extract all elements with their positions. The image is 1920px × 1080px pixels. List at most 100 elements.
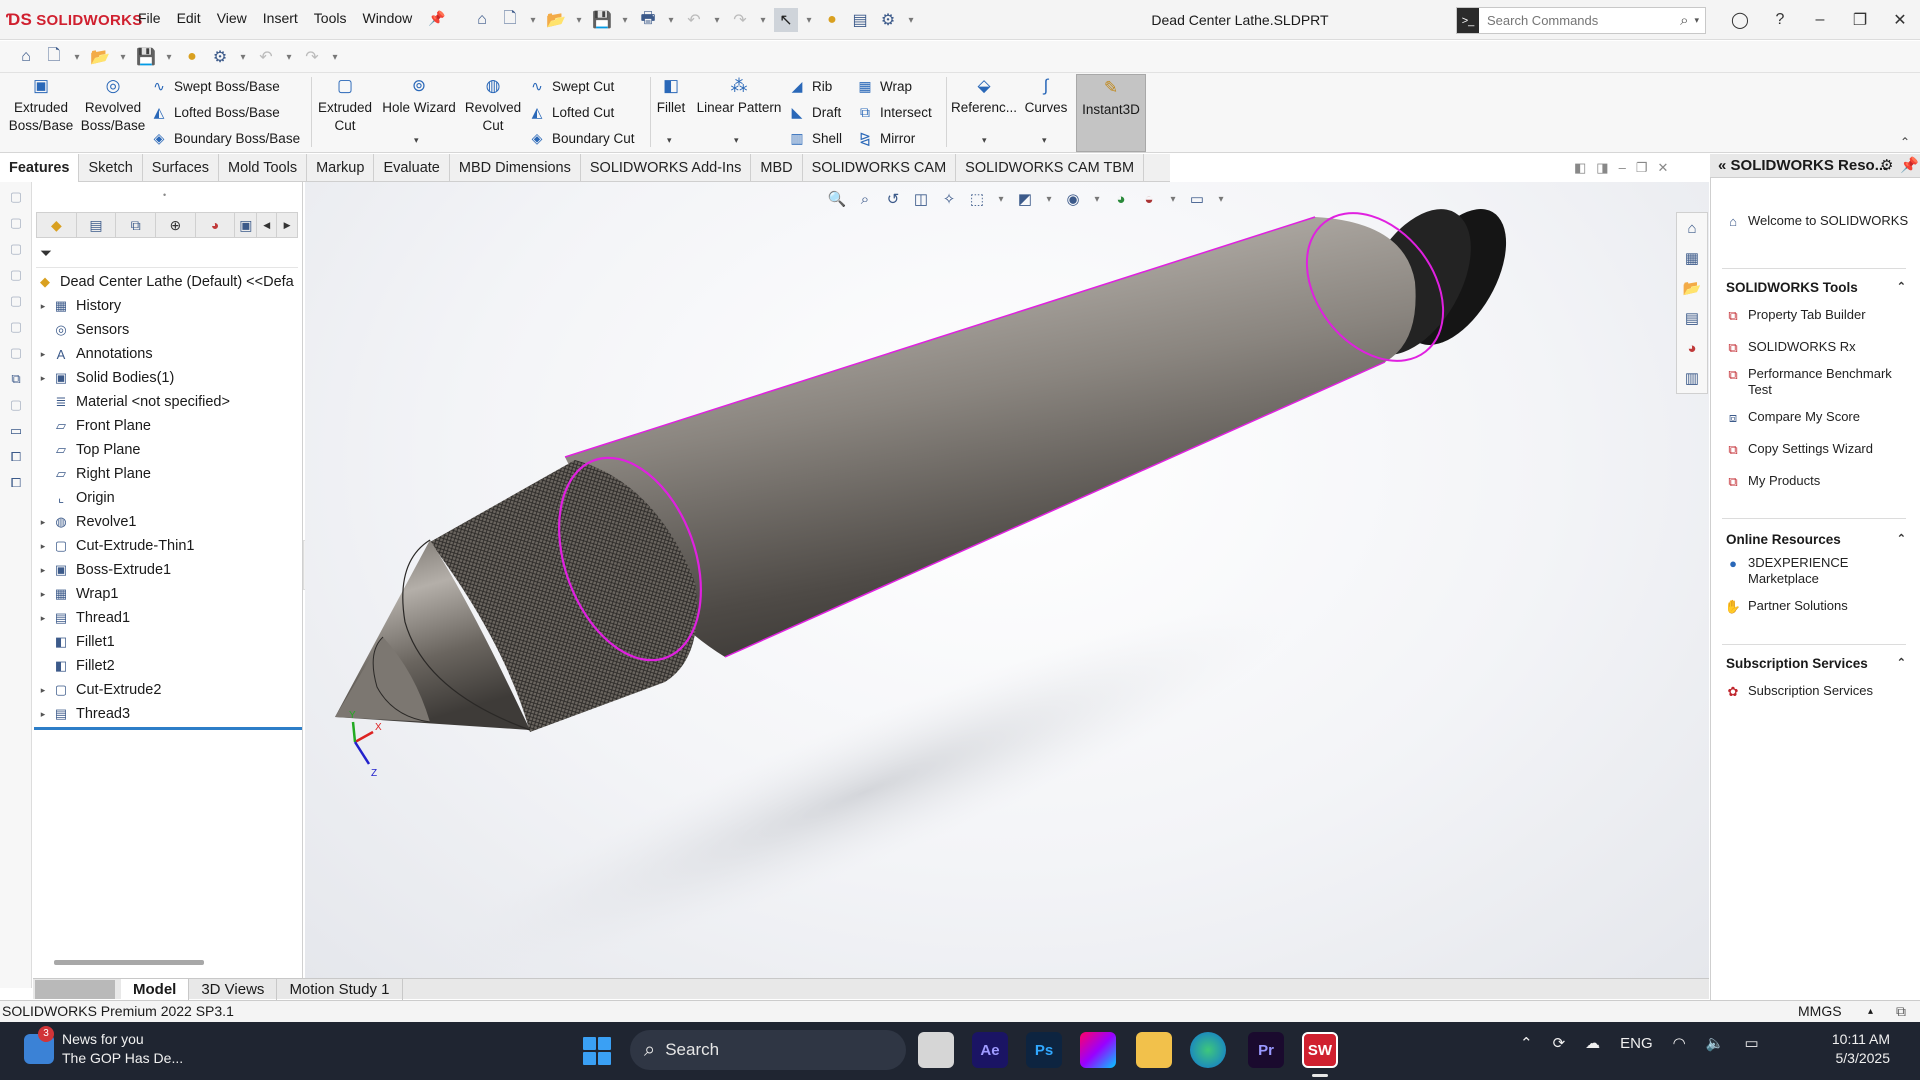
sketch-tool-icon[interactable]: ▢: [5, 290, 27, 312]
welcome-link[interactable]: ⌂ Welcome to SOLIDWORKS: [1724, 213, 1914, 231]
horizontal-scrollbar[interactable]: [54, 960, 204, 965]
chevron-down-icon[interactable]: ▾: [162, 45, 176, 69]
hole-wizard-button[interactable]: ⊚ Hole Wizard: [380, 77, 458, 117]
zoom-to-fit-icon[interactable]: 🔍: [826, 188, 848, 210]
tab-scroll-left-icon[interactable]: ◀: [257, 213, 278, 237]
zoom-to-area-icon[interactable]: ⌕: [854, 188, 876, 210]
tab-navigation-arrows[interactable]: [35, 979, 115, 999]
fillet-button[interactable]: ◧ Fillet: [654, 77, 688, 117]
apply-scene-icon[interactable]: ◒: [1138, 188, 1160, 210]
property-tab-builder-link[interactable]: ⧉ Property Tab Builder: [1724, 307, 1914, 325]
copy-settings-wizard-link[interactable]: ⧉ Copy Settings Wizard: [1724, 441, 1914, 459]
tree-node[interactable]: ▸ ▦ History: [36, 294, 300, 318]
chevron-down-icon[interactable]: ▾: [1042, 187, 1056, 211]
shell-button[interactable]: ▥ Shell: [788, 127, 842, 149]
chevron-down-icon[interactable]: ▾: [70, 45, 84, 69]
show-hidden-icons-icon[interactable]: ⌃: [1520, 1034, 1533, 1052]
search-commands[interactable]: >_ ⌕ ▾: [1456, 7, 1706, 34]
panel-grip[interactable]: •: [163, 190, 166, 200]
chevron-down-icon[interactable]: ▾: [414, 135, 419, 146]
file-explorer-icon[interactable]: [1136, 1032, 1172, 1068]
hide-show-icon[interactable]: ◉: [1062, 188, 1084, 210]
photoshop-app[interactable]: Ps: [1026, 1032, 1062, 1068]
reference-geometry-button[interactable]: ⬙ Referenc...: [950, 77, 1018, 117]
section-view-icon[interactable]: ◫: [910, 188, 932, 210]
sketch-tool-icon[interactable]: ▢: [5, 238, 27, 260]
copy-icon[interactable]: ⧠: [5, 472, 27, 494]
expand-arrow-icon[interactable]: ▸: [36, 565, 50, 576]
task-view-icon[interactable]: [918, 1032, 954, 1068]
chevron-down-icon[interactable]: ▾: [618, 8, 632, 32]
file-properties-icon[interactable]: ▤: [848, 8, 872, 32]
solidworks-app[interactable]: SW: [1302, 1032, 1338, 1068]
news-widget[interactable]: 3 News for you The GOP Has De...: [24, 1026, 183, 1068]
chevron-down-icon[interactable]: ▾: [1214, 187, 1228, 211]
chevron-down-icon[interactable]: ▾: [526, 8, 540, 32]
graphics-area[interactable]: X Y Z: [305, 182, 1709, 978]
tree-node[interactable]: ▸ A Annotations: [36, 342, 300, 366]
menu-tools[interactable]: Tools: [314, 10, 347, 27]
tab-features[interactable]: Features: [0, 154, 80, 182]
tree-root[interactable]: ◆ Dead Center Lathe (Default) <<Defa: [36, 270, 300, 294]
tree-node[interactable]: ▸ ▤ Thread1: [36, 606, 300, 630]
menu-window[interactable]: Window: [362, 10, 412, 27]
view-palette-icon[interactable]: ▤: [1677, 303, 1707, 333]
minimize-button[interactable]: –: [1800, 6, 1840, 34]
wrap-button[interactable]: ▦ Wrap: [856, 75, 912, 97]
curves-button[interactable]: ∫ Curves: [1020, 77, 1072, 117]
collapse-ribbon-icon[interactable]: ⌃: [1900, 135, 1910, 149]
print-icon[interactable]: 🖶: [636, 8, 660, 32]
expand-arrow-icon[interactable]: ▸: [36, 373, 50, 384]
search-icon[interactable]: ⌕: [1680, 12, 1688, 29]
lofted-boss-button[interactable]: ◭ Lofted Boss/Base: [150, 101, 280, 123]
units-selector[interactable]: MMGS: [1798, 1001, 1842, 1022]
language-indicator[interactable]: ENG: [1620, 1035, 1653, 1052]
chevron-up-icon[interactable]: ▴: [1868, 1001, 1873, 1022]
my-products-link[interactable]: ⧉ My Products: [1724, 473, 1914, 491]
settings-gear-icon[interactable]: ⚙: [1880, 154, 1893, 177]
partner-solutions-link[interactable]: ✋ Partner Solutions: [1724, 598, 1914, 616]
tree-node[interactable]: ▸ ▢ Cut-Extrude2: [36, 678, 300, 702]
tree-node[interactable]: ◎ Sensors: [36, 318, 300, 342]
view-settings-icon[interactable]: ▭: [1186, 188, 1208, 210]
tree-node[interactable]: ◧ Fillet1: [36, 630, 300, 654]
filter-icon[interactable]: ⏷: [40, 245, 52, 262]
expand-arrow-icon[interactable]: ▸: [36, 541, 50, 552]
swept-boss-button[interactable]: ∿ Swept Boss/Base: [150, 75, 280, 97]
tab-surfaces[interactable]: Surfaces: [143, 154, 220, 182]
display-manager-tab-icon[interactable]: ◕: [196, 213, 236, 237]
pin-icon[interactable]: 📌: [428, 10, 445, 27]
minimize-viewport-icon[interactable]: –: [1619, 160, 1626, 176]
dimxpert-tab-icon[interactable]: ⊕: [156, 213, 196, 237]
tree-node[interactable]: ▸ ◍ Revolve1: [36, 510, 300, 534]
resources-home-icon[interactable]: ⌂: [1677, 213, 1707, 243]
display-style-icon[interactable]: ◩: [1014, 188, 1036, 210]
solidworks-logo[interactable]: ƊS SOLIDWORKS: [6, 9, 143, 31]
account-icon[interactable]: ◯: [1720, 6, 1760, 34]
quick-tips-icon[interactable]: ⧉: [1896, 1001, 1906, 1022]
tab-solidworks-cam-tbm[interactable]: SOLIDWORKS CAM TBM: [956, 154, 1145, 182]
start-button[interactable]: [580, 1034, 614, 1068]
feature-tree-tab-icon[interactable]: ◆: [37, 213, 77, 237]
open-icon[interactable]: 📂: [88, 45, 112, 69]
clock[interactable]: 10:11 AM 5/3/2025: [1792, 1030, 1890, 1068]
tab-3d-views[interactable]: 3D Views: [189, 978, 278, 1000]
restore-viewport-icon[interactable]: ❐: [1636, 160, 1648, 176]
sketch-tool-icon[interactable]: ▢: [5, 186, 27, 208]
sketch-tool-icon[interactable]: ▢: [5, 264, 27, 286]
search-input[interactable]: [1479, 13, 1681, 28]
configuration-manager-tab-icon[interactable]: ⧉: [116, 213, 157, 237]
tab-model[interactable]: Model: [121, 978, 190, 1000]
redo-icon[interactable]: ↷: [728, 8, 752, 32]
sketch-tool-icon[interactable]: ▢: [5, 342, 27, 364]
tree-node[interactable]: ≣ Material <not specified>: [36, 390, 300, 414]
menu-view[interactable]: View: [217, 10, 247, 27]
expand-arrow-icon[interactable]: ▸: [36, 349, 50, 360]
tree-node[interactable]: ▸ ▤ Thread3: [36, 702, 300, 726]
solidworks-tools-header[interactable]: SOLIDWORKS Tools ⌃: [1726, 280, 1906, 295]
revolved-cut-button[interactable]: ◍ Revolved Cut: [460, 77, 526, 135]
subscription-services-header[interactable]: Subscription Services ⌃: [1726, 656, 1906, 671]
chevron-down-icon[interactable]: ▾: [1042, 135, 1047, 146]
expand-arrow-icon[interactable]: ▸: [36, 613, 50, 624]
edit-appearance-icon[interactable]: ◕: [1110, 188, 1132, 210]
